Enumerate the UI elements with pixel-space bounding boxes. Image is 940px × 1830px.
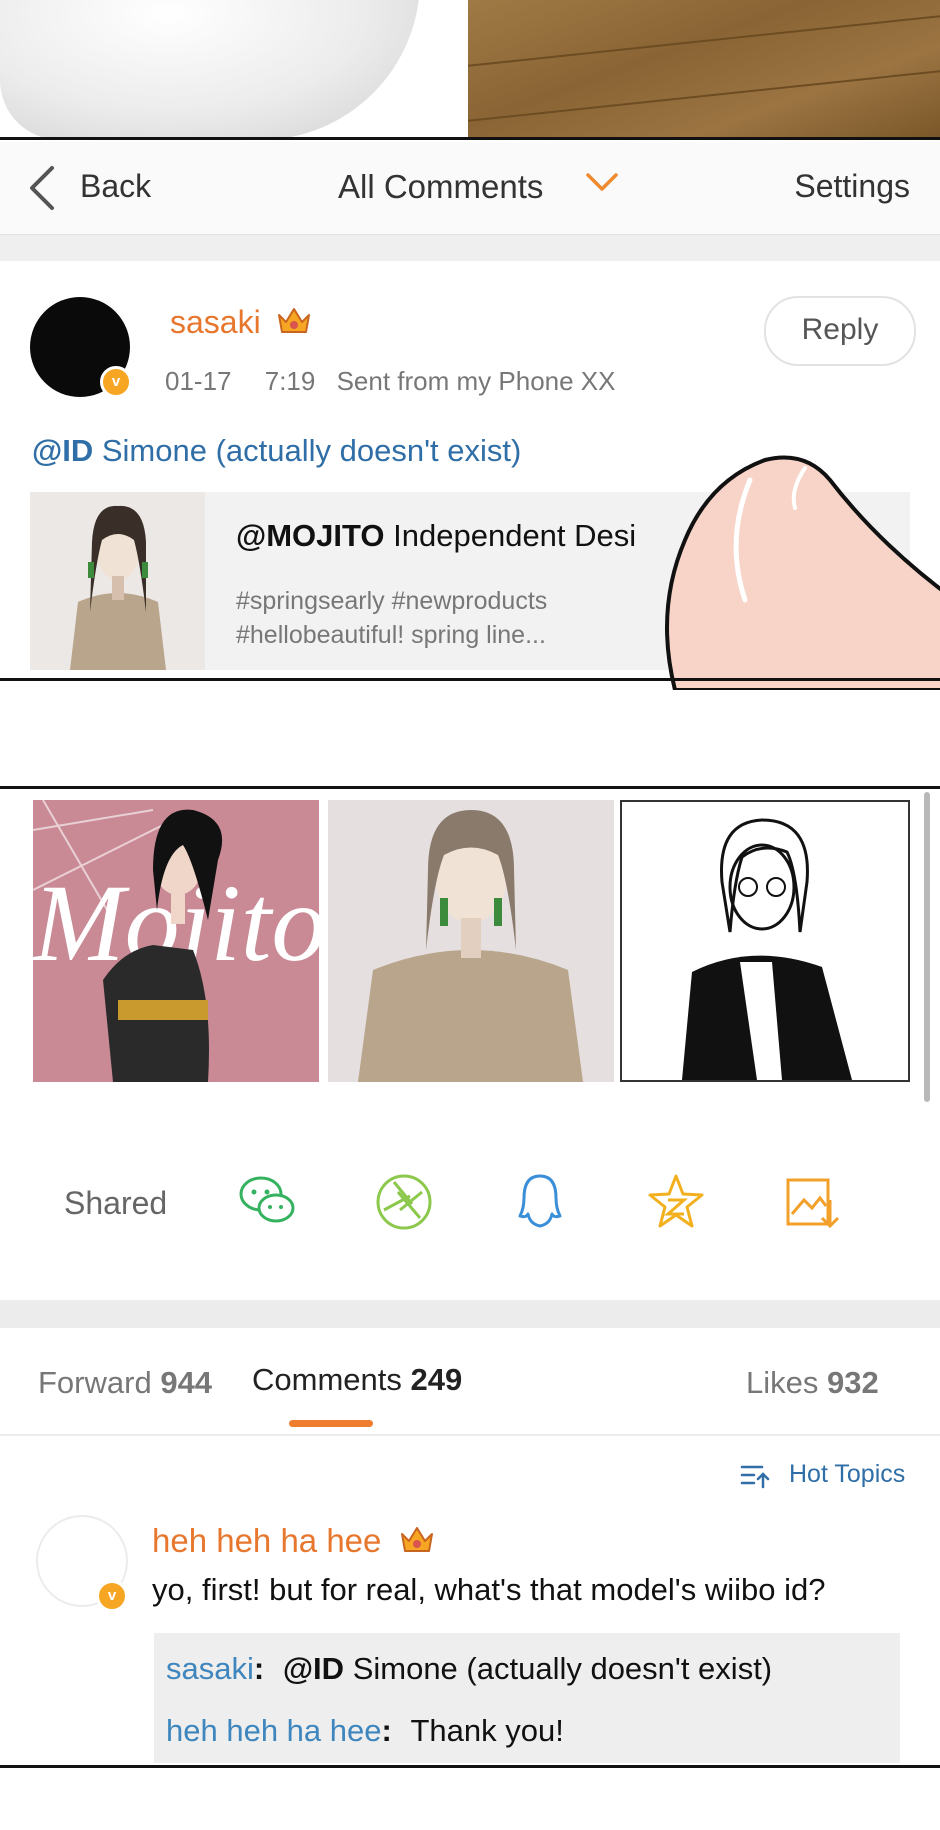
shared-post-description: #springsearly #newproducts #hellobeautif… <box>236 587 548 649</box>
mention-link[interactable]: @ID <box>32 433 93 468</box>
panel-border <box>0 678 940 681</box>
verified-badge-icon: v <box>96 1580 128 1612</box>
settings-button[interactable]: Settings <box>794 168 910 205</box>
shared-post-title: @MOJITO Independent Desi <box>236 518 637 553</box>
chevron-down-icon[interactable] <box>584 170 620 194</box>
mention-text: Simone (actually doesn't exist) <box>101 433 522 468</box>
moments-icon[interactable] <box>372 1170 436 1234</box>
shared-post-thumbnail <box>30 492 205 670</box>
tab-forward[interactable]: Forward 944 <box>38 1365 212 1401</box>
sort-icon[interactable] <box>740 1461 770 1491</box>
qzone-icon[interactable] <box>644 1170 708 1234</box>
comment-text: yo, first! but for real, what's that mod… <box>152 1572 826 1607</box>
shared-label: Shared <box>64 1185 168 1221</box>
post-image-3[interactable] <box>620 800 910 1082</box>
post-time: 7:19 <box>264 366 316 396</box>
reply-item[interactable]: heh heh ha hee: Thank you! <box>166 1713 564 1749</box>
finger-illustration <box>665 455 940 690</box>
verified-badge-icon: v <box>100 366 132 398</box>
comic-panel-top <box>0 0 940 140</box>
scrollbar[interactable] <box>924 792 930 1102</box>
post-date: 01-17 <box>165 366 232 396</box>
comic-cloth-art <box>0 0 420 140</box>
panel-border <box>0 137 940 140</box>
back-chevron-icon[interactable] <box>26 164 58 212</box>
back-button[interactable]: Back <box>80 168 151 205</box>
tab-likes[interactable]: Likes 932 <box>746 1365 879 1401</box>
crown-icon <box>400 1527 433 1552</box>
page-title[interactable]: All Comments <box>338 168 543 206</box>
active-tab-indicator <box>289 1420 373 1427</box>
reply-item[interactable]: sasaki: @ID Simone (actually doesn't exi… <box>166 1651 772 1687</box>
wechat-icon[interactable] <box>236 1170 300 1234</box>
comic-wood-art <box>468 0 940 140</box>
section-divider <box>0 1300 940 1328</box>
post-image-1[interactable]: Mojito <box>33 800 319 1082</box>
panel-border <box>0 786 940 789</box>
reply-button[interactable]: Reply <box>764 296 916 366</box>
post-source: Sent from my Phone XX <box>336 366 616 396</box>
post-meta: 01-17 7:19 Sent from my Phone XX <box>165 366 615 397</box>
post-image-2[interactable] <box>328 800 614 1082</box>
app-header: Back All Comments Settings <box>0 142 940 235</box>
comment-replies[interactable]: sasaki: @ID Simone (actually doesn't exi… <box>154 1633 900 1763</box>
section-divider <box>0 235 940 261</box>
tab-divider <box>0 1434 940 1436</box>
post-username[interactable]: sasaki <box>170 304 312 341</box>
panel-border <box>0 1765 940 1768</box>
tab-comments[interactable]: Comments 249 <box>252 1362 462 1398</box>
save-image-icon[interactable] <box>780 1170 844 1234</box>
comment-username[interactable]: heh heh ha hee <box>152 1522 435 1560</box>
qq-icon[interactable] <box>508 1170 572 1234</box>
crown-icon <box>277 308 310 333</box>
post-text: @ID Simone (actually doesn't exist) <box>32 433 521 469</box>
sort-hot-topics-button[interactable]: Hot Topics <box>789 1460 905 1489</box>
